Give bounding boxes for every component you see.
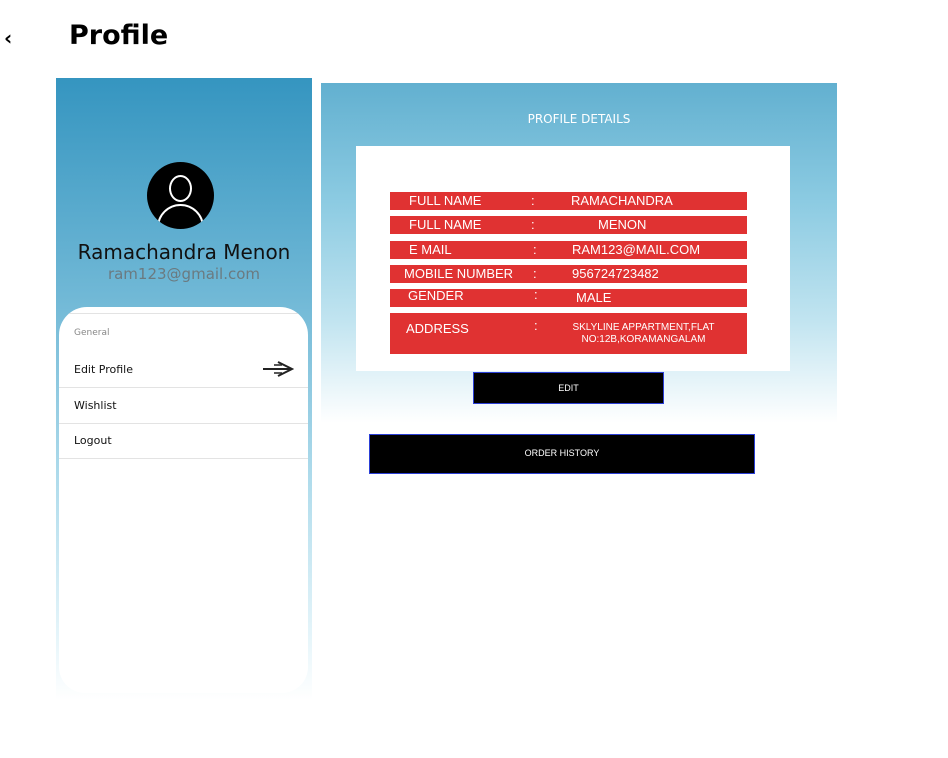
detail-colon: : — [533, 266, 537, 281]
details-title: PROFILE DETAILS — [527, 112, 631, 126]
detail-value: MENON — [598, 217, 647, 232]
detail-colon: : — [534, 287, 538, 302]
user-email: ram123@gmail.com — [107, 265, 261, 283]
edit-button[interactable]: EDIT — [473, 372, 664, 404]
detail-colon: : — [534, 318, 538, 333]
detail-row-address: ADDRESS : SKLYLINE APPARTMENT,FLAT NO:12… — [390, 313, 747, 354]
detail-label: ADDRESS — [406, 321, 469, 336]
chevron-left-icon: ‹ — [4, 26, 13, 50]
menu-item-edit-profile[interactable]: Edit Profile — [59, 353, 308, 388]
detail-row-mobile: MOBILE NUMBER : 956724723482 — [390, 265, 747, 283]
menu-item-label: Logout — [74, 434, 112, 447]
user-name: Ramachandra Menon — [77, 240, 291, 264]
detail-value: RAM123@MAIL.COM — [572, 242, 701, 257]
menu-item-wishlist[interactable]: Wishlist — [59, 389, 308, 424]
arrow-right-icon — [263, 361, 294, 377]
profile-menu: General Edit Profile Wishlist Logout — [59, 307, 308, 693]
detail-value: 956724723482 — [572, 266, 659, 281]
divider — [59, 313, 308, 314]
detail-colon: : — [531, 217, 535, 232]
detail-row-full-name: FULL NAME : RAMACHANDRA — [390, 192, 747, 210]
back-button[interactable]: ‹ — [4, 26, 18, 50]
address-line-2: NO:12B,KORAMANGALAM — [581, 334, 706, 345]
detail-row-last-name: FULL NAME : MENON — [390, 216, 747, 234]
detail-row-gender: GENDER : MALE — [390, 287, 747, 307]
detail-colon: : — [533, 242, 537, 257]
details-box: FULL NAME : RAMACHANDRA FULL NAME : MENO… — [356, 146, 790, 371]
detail-value: MALE — [576, 290, 612, 305]
profile-card: Ramachandra Menon ram123@gmail.com Gener… — [56, 78, 312, 700]
profile-details-panel: PROFILE DETAILS FULL NAME : RAMACHANDRA … — [321, 83, 837, 423]
detail-value: SKLYLINE APPARTMENT,FLAT NO:12B,KORAMANG… — [540, 322, 747, 346]
page-title: Profile — [69, 20, 169, 51]
order-history-button[interactable]: ORDER HISTORY — [369, 434, 755, 474]
menu-item-logout[interactable]: Logout — [59, 424, 308, 459]
user-avatar-icon — [147, 162, 214, 229]
menu-item-label: Wishlist — [74, 399, 117, 412]
detail-value: RAMACHANDRA — [571, 193, 673, 208]
menu-section-label: General — [74, 328, 110, 338]
detail-colon: : — [531, 193, 535, 208]
address-line-1: SKLYLINE APPARTMENT,FLAT — [572, 322, 715, 333]
detail-label: MOBILE NUMBER — [404, 266, 514, 281]
detail-label: FULL NAME — [409, 217, 482, 232]
detail-label: E MAIL — [409, 242, 452, 257]
detail-label: FULL NAME — [409, 193, 482, 208]
detail-row-email: E MAIL : RAM123@MAIL.COM — [390, 241, 747, 259]
menu-item-label: Edit Profile — [74, 363, 134, 376]
detail-label: GENDER — [408, 288, 464, 303]
